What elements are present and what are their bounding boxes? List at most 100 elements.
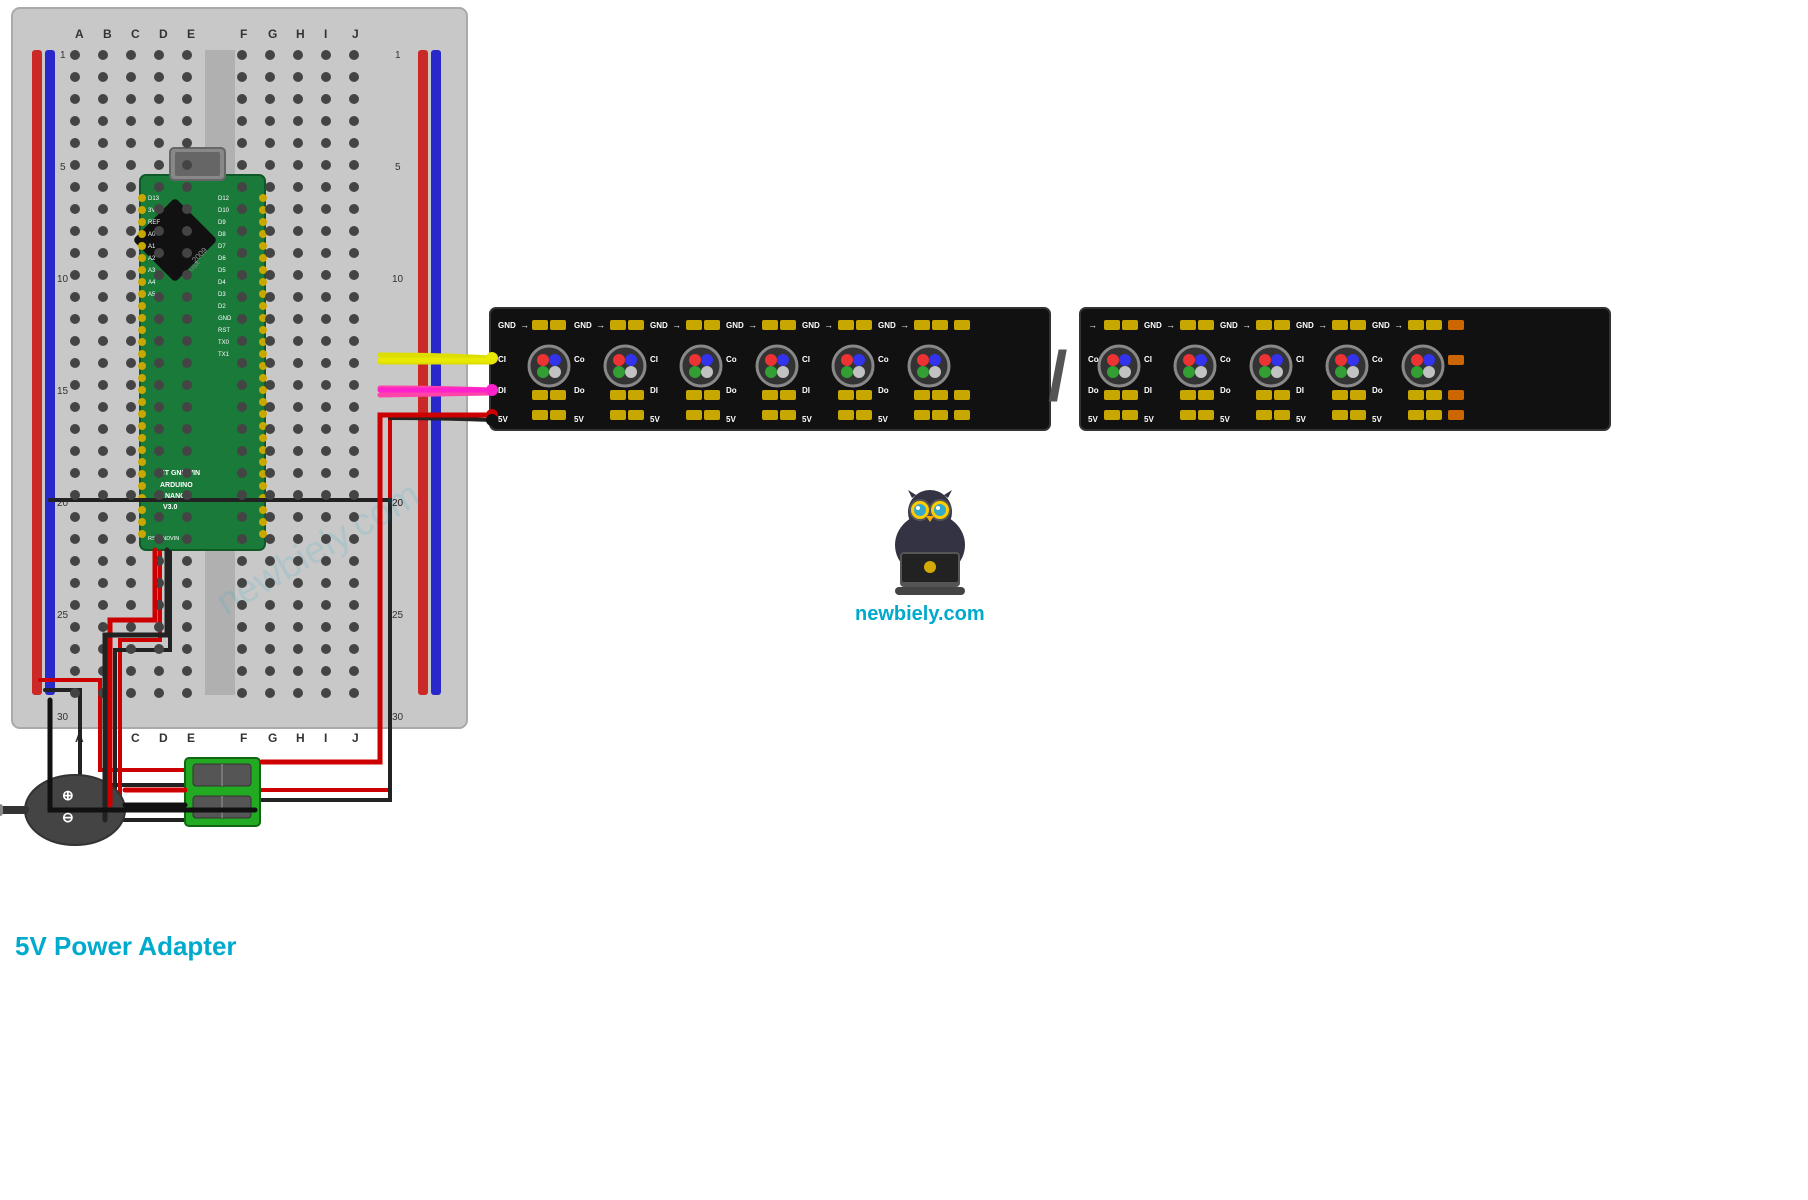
- svg-text:DI: DI: [650, 386, 658, 395]
- svg-text:25: 25: [392, 610, 404, 621]
- power-adapter-label: 5V Power Adapter: [15, 931, 237, 961]
- svg-text:Co: Co: [1088, 355, 1099, 364]
- svg-text:D5: D5: [218, 268, 226, 274]
- svg-text:5V: 5V: [498, 415, 508, 424]
- black-wire-gnd-strip: [390, 418, 492, 420]
- logo-text: newbiely.com: [855, 603, 985, 625]
- svg-text:Do: Do: [574, 386, 585, 395]
- slash-divider: /: [1048, 337, 1067, 415]
- col-header-I: I: [324, 27, 327, 41]
- svg-text:C: C: [131, 731, 140, 745]
- svg-text:Co: Co: [1372, 355, 1383, 364]
- svg-text:5V: 5V: [726, 415, 736, 424]
- svg-text:D4: D4: [218, 280, 226, 286]
- svg-text:30: 30: [57, 712, 69, 723]
- svg-text:GND: GND: [726, 321, 744, 330]
- svg-text:D: D: [159, 731, 168, 745]
- svg-text:5V: 5V: [1372, 415, 1382, 424]
- svg-text:GND: GND: [218, 316, 232, 322]
- svg-text:→: →: [1242, 320, 1251, 330]
- svg-text:→: →: [596, 320, 605, 330]
- svg-text:GND: GND: [1372, 321, 1390, 330]
- svg-text:→: →: [1318, 320, 1327, 330]
- svg-text:Co: Co: [574, 355, 585, 364]
- svg-text:GND: GND: [802, 321, 820, 330]
- arduino-usb-inner: [175, 152, 220, 176]
- svg-text:Co: Co: [878, 355, 889, 364]
- led-5: [833, 346, 873, 386]
- svg-text:1: 1: [60, 50, 66, 61]
- svg-text:→: →: [520, 320, 529, 330]
- svg-text:D7: D7: [218, 244, 226, 250]
- power-rail-left-red: [32, 50, 42, 695]
- svg-text:D2: D2: [218, 304, 226, 310]
- svg-text:Do: Do: [878, 386, 889, 395]
- arduino-label-line2: ARDUINO: [160, 482, 193, 489]
- led-4: [757, 346, 797, 386]
- svg-text:5V: 5V: [802, 415, 812, 424]
- svg-text:REF: REF: [148, 220, 160, 226]
- svg-text:RST: RST: [218, 328, 230, 334]
- svg-text:F: F: [240, 731, 247, 745]
- svg-text:GND: GND: [1220, 321, 1238, 330]
- svg-text:D12: D12: [218, 196, 230, 202]
- svg-text:GND: GND: [574, 321, 592, 330]
- svg-text:→: →: [824, 320, 833, 330]
- svg-text:CI: CI: [1144, 355, 1152, 364]
- svg-text:GND: GND: [1296, 321, 1314, 330]
- svg-text:CI: CI: [498, 355, 506, 364]
- svg-text:DI: DI: [1144, 386, 1152, 395]
- svg-text:5: 5: [395, 162, 401, 173]
- led-6: [909, 346, 949, 386]
- svg-text:J: J: [352, 731, 359, 745]
- col-header-G: G: [268, 27, 277, 41]
- led-10: [1327, 346, 1367, 386]
- svg-text:Do: Do: [1372, 386, 1383, 395]
- svg-text:5: 5: [60, 162, 66, 173]
- svg-text:Do: Do: [726, 386, 737, 395]
- svg-text:DI: DI: [802, 386, 810, 395]
- svg-text:D3: D3: [218, 292, 226, 298]
- power-rail-right-blue: [431, 50, 441, 695]
- led-3: [681, 346, 721, 386]
- svg-text:Co: Co: [726, 355, 737, 364]
- svg-text:H: H: [296, 731, 305, 745]
- led-11: [1403, 346, 1443, 386]
- svg-text:D6: D6: [218, 256, 226, 262]
- svg-text:Do: Do: [1088, 386, 1099, 395]
- arduino-label-v: V3.0: [163, 504, 178, 511]
- pink-wire-di-2: [380, 393, 492, 395]
- svg-text:→: →: [1088, 320, 1097, 330]
- led-2: [605, 346, 645, 386]
- owl-logo: [895, 490, 965, 595]
- led-8: [1175, 346, 1215, 386]
- svg-text:→: →: [1166, 320, 1175, 330]
- power-rail-left-blue: [45, 50, 55, 695]
- col-header-F: F: [240, 27, 247, 41]
- col-header-J: J: [352, 27, 359, 41]
- svg-text:5V: 5V: [650, 415, 660, 424]
- svg-text:25: 25: [57, 610, 69, 621]
- svg-text:Do: Do: [1220, 386, 1231, 395]
- svg-text:5V: 5V: [878, 415, 888, 424]
- svg-text:5V: 5V: [1144, 415, 1154, 424]
- svg-text:DI: DI: [1296, 386, 1304, 395]
- svg-text:G: G: [268, 731, 277, 745]
- svg-text:10: 10: [57, 274, 69, 285]
- svg-text:5V: 5V: [574, 415, 584, 424]
- svg-text:1: 1: [395, 50, 401, 61]
- svg-text:⊕: ⊕: [62, 787, 74, 803]
- svg-text:CI: CI: [802, 355, 810, 364]
- svg-text:TX1: TX1: [218, 352, 230, 358]
- power-rail-right-red: [418, 50, 428, 695]
- col-header-C: C: [131, 27, 140, 41]
- svg-text:DI: DI: [498, 386, 506, 395]
- svg-text:GND: GND: [878, 321, 896, 330]
- svg-text:→: →: [1394, 320, 1403, 330]
- svg-text:I: I: [324, 731, 327, 745]
- col-header-H: H: [296, 27, 305, 41]
- svg-text:CI: CI: [650, 355, 658, 364]
- col-header-A: A: [75, 27, 84, 41]
- led-9: [1251, 346, 1291, 386]
- svg-text:D9: D9: [218, 220, 226, 226]
